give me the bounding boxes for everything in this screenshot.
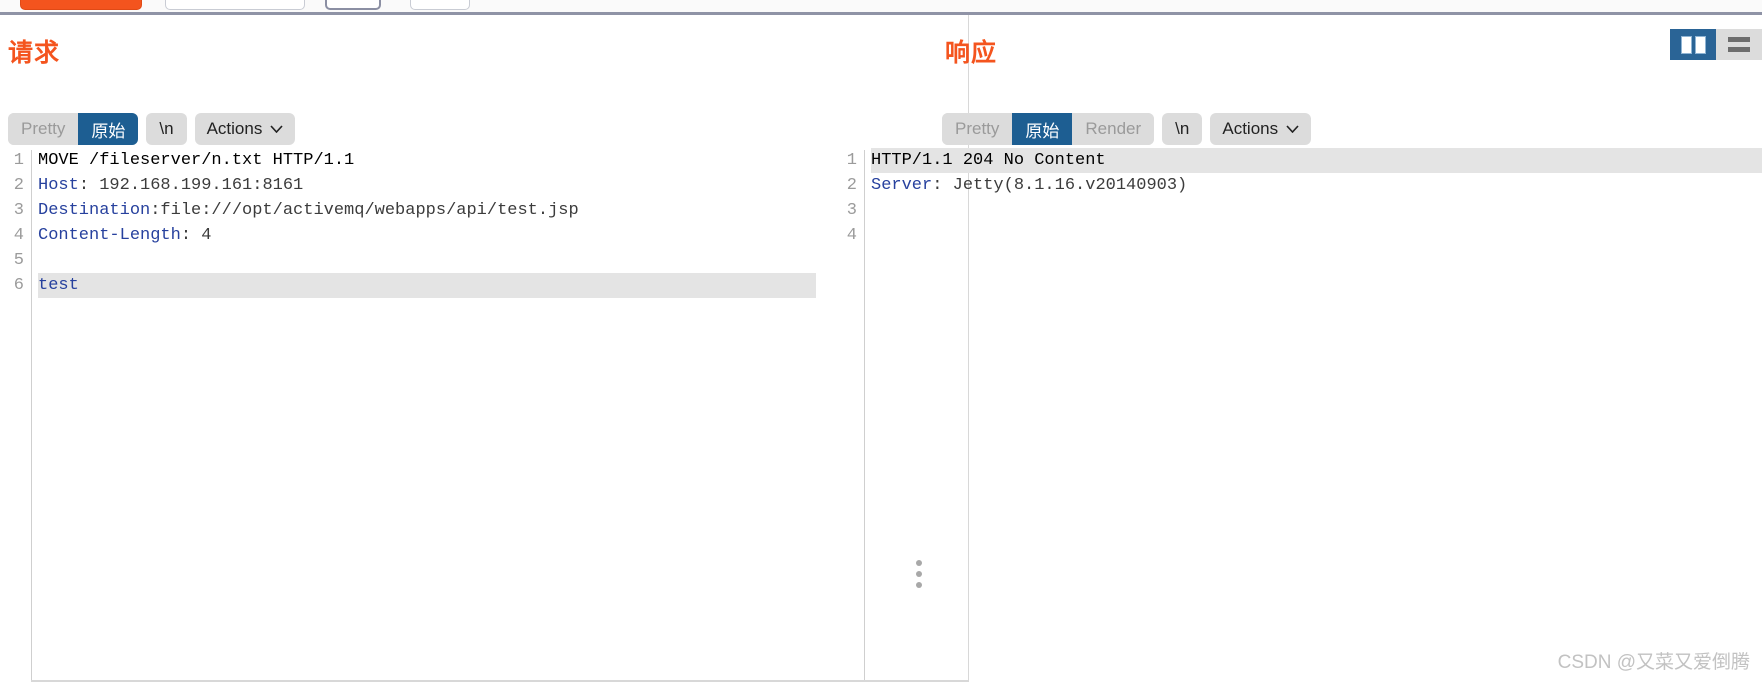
line-number: 3 (13, 201, 24, 220)
code-line[interactable]: Content-Length: 4 (38, 223, 579, 248)
code-line[interactable] (871, 198, 1187, 223)
line-number: 5 (13, 251, 24, 270)
code-segment-plain: MOVE /fileserver/n.txt HTTP/1.1 (38, 151, 355, 170)
next-button[interactable] (410, 0, 470, 10)
code-segment-header: Server (871, 176, 933, 195)
request-toolbar: Pretty 原始 \n Actions (8, 113, 296, 145)
top-toolbar-strip (0, 0, 1762, 12)
response-gutter-divider (864, 150, 865, 680)
line-number: 4 (13, 226, 24, 245)
line-number: 2 (846, 176, 857, 195)
line-number: 1 (13, 151, 24, 170)
response-view-tabs[interactable]: Pretty 原始 Render (942, 113, 1155, 145)
code-segment-header: Content-Length (38, 226, 181, 245)
code-line[interactable]: test (38, 273, 579, 298)
response-newline-button[interactable]: \n (1162, 113, 1203, 145)
request-gutter-divider (31, 150, 32, 680)
code-line[interactable]: HTTP/1.1 204 No Content (871, 148, 1188, 173)
request-actions-button[interactable]: Actions (194, 113, 296, 145)
request-code-content[interactable]: MOVE /fileserver/n.txt HTTP/1.1 Host: 192… (38, 148, 579, 298)
code-segment-value: :file:///opt/activemq/webapps/api/test.j… (150, 201, 579, 220)
code-segment-value: : 4 (180, 226, 212, 245)
line-number: 2 (13, 176, 24, 195)
response-tab-render[interactable]: Render (1072, 113, 1155, 145)
request-line-numbers: 1 2 3 4 5 6 (0, 148, 30, 682)
code-line[interactable]: MOVE /fileserver/n.txt HTTP/1.1 (38, 148, 579, 173)
code-line[interactable]: Server: Jetty(8.1.16.v20140903) (871, 173, 1187, 198)
response-actions-label: Actions (1222, 119, 1279, 138)
line-number: 6 (13, 276, 24, 295)
request-tab-raw[interactable]: 原始 (78, 113, 139, 145)
line-number: 4 (846, 226, 857, 245)
view-layout-toggle-group[interactable] (1670, 29, 1762, 60)
line-number: 3 (846, 201, 857, 220)
cancel-button[interactable] (165, 0, 305, 10)
code-segment-value: : 192.168.199.161:8161 (78, 176, 304, 195)
response-toolbar: Pretty 原始 Render \n Actions (942, 113, 1312, 145)
code-line[interactable]: Destination:file:///opt/activemq/webapps… (38, 198, 579, 223)
response-editor[interactable]: 1 2 3 4 HTTP/1.1 204 No Content Server: Jett… (833, 148, 1762, 682)
code-line[interactable]: Host: 192.168.199.161:8161 (38, 173, 579, 198)
request-tab-pretty[interactable]: Pretty (8, 113, 79, 145)
code-segment-plain: HTTP/1.1 204 No Content (871, 151, 1106, 170)
line-number: 1 (846, 151, 857, 170)
code-segment-value: : Jetty(8.1.16.v20140903) (932, 176, 1188, 195)
code-segment-header: Destination (38, 201, 151, 220)
response-panel-title: 响应 (945, 39, 998, 67)
stacked-view-icon[interactable] (1716, 29, 1762, 60)
request-actions-label: Actions (206, 119, 263, 138)
chevron-down-icon (270, 125, 283, 133)
response-line-numbers: 1 2 3 4 (833, 148, 863, 682)
code-line[interactable] (871, 223, 1187, 248)
request-editor[interactable]: 1 2 3 4 5 6 MOVE /fileserver/n.txt HTTP/1.1 Ho… (0, 148, 940, 682)
response-tab-pretty[interactable]: Pretty (942, 113, 1013, 145)
code-segment-body: test (38, 276, 79, 295)
request-view-tabs[interactable]: Pretty 原始 (8, 113, 139, 145)
response-actions-button[interactable]: Actions (1210, 113, 1312, 145)
response-code-content[interactable]: HTTP/1.1 204 No Content Server: Jetty(8.1… (871, 148, 1188, 248)
split-view-icon[interactable] (1670, 29, 1716, 60)
response-tab-raw[interactable]: 原始 (1012, 113, 1073, 145)
request-panel-title: 请求 (8, 39, 61, 67)
chevron-down-icon (1286, 125, 1299, 133)
burp-repeater-message-panes: 请求 Pretty 原始 \n Actions 1 2 3 4 5 6 MOVE /fil… (0, 0, 1762, 682)
code-segment-header: Host (38, 176, 79, 195)
csdn-watermark: CSDN @又菜又爱倒腾 (1557, 652, 1750, 673)
request-newline-button[interactable]: \n (146, 113, 187, 145)
code-line[interactable] (38, 248, 579, 273)
send-button[interactable] (20, 0, 142, 10)
prev-button[interactable] (325, 0, 381, 10)
